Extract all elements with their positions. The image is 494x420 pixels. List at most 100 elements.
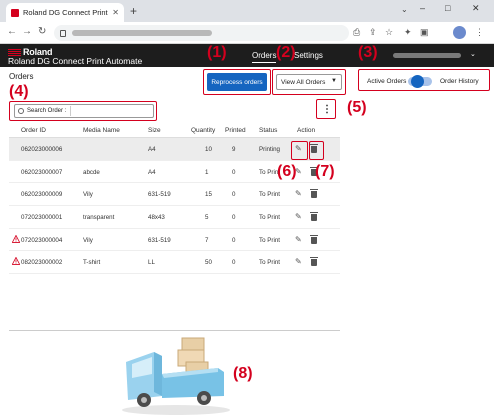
tab-title: Roland DG Connect Print Automate xyxy=(23,8,109,17)
col-media-name[interactable]: Media Name xyxy=(83,127,120,134)
cell-status: To Print xyxy=(259,191,280,199)
highlight-kebab xyxy=(316,99,336,119)
cell-printed: 0 xyxy=(232,259,236,267)
highlight-reprocess xyxy=(203,69,271,95)
cell-quantity: 1 xyxy=(205,168,209,176)
browser-tab-bar: Roland DG Connect Print Automate ✕ + ⌄ –… xyxy=(0,0,494,22)
cell-printed: 0 xyxy=(232,214,236,222)
trash-can-shape xyxy=(310,257,318,267)
bookmark-star-icon[interactable]: ☆ xyxy=(385,27,393,38)
col-status[interactable]: Status xyxy=(259,127,277,134)
table-row[interactable]: 062023000009 Vily 631-519 15 0 To Print ✎ xyxy=(9,183,340,207)
delete-trash-icon[interactable] xyxy=(310,189,318,199)
trash-can-shape xyxy=(310,212,318,222)
cell-printed: 0 xyxy=(232,191,236,199)
cell-media-name: Vily xyxy=(83,191,93,199)
new-tab-button[interactable]: + xyxy=(130,4,137,18)
share-icon[interactable]: ⇪ xyxy=(369,27,377,38)
cell-quantity: 15 xyxy=(205,191,212,199)
cell-quantity: 50 xyxy=(205,259,212,267)
col-order-id[interactable]: Order ID xyxy=(21,127,46,134)
highlight-delete xyxy=(309,141,324,160)
col-printed[interactable]: Printed xyxy=(225,127,246,134)
app-header: Roland Roland DG Connect Print Automate … xyxy=(0,44,494,67)
cell-order-id: 082023000002 xyxy=(21,259,63,267)
warning-triangle-icon xyxy=(12,234,20,243)
callout-4: (4) xyxy=(9,83,29,100)
cell-status: To Print xyxy=(259,259,280,267)
edit-pencil-icon[interactable]: ✎ xyxy=(295,189,302,198)
delete-trash-icon[interactable] xyxy=(310,257,318,267)
cell-media-name: T-shirt xyxy=(83,259,101,267)
lock-icon xyxy=(60,29,66,37)
cell-order-id: 072023000004 xyxy=(21,236,63,244)
edit-pencil-icon[interactable]: ✎ xyxy=(295,257,302,266)
browser-tab[interactable]: Roland DG Connect Print Automate ✕ xyxy=(6,3,124,22)
url-redacted xyxy=(72,30,212,36)
cell-size: LL xyxy=(148,259,155,267)
col-quantity[interactable]: Quantity xyxy=(191,127,215,134)
browser-toolbar: ← → ↻ ⎙ ⇪ ☆ ✦ ▣ ⋮ xyxy=(0,22,494,44)
table-header: Order ID Media Name Size Quantity Printe… xyxy=(9,122,340,138)
user-menu-chevron-icon[interactable]: ⌄ xyxy=(470,50,476,58)
user-name-redacted[interactable] xyxy=(393,53,461,58)
cell-status: Printing xyxy=(259,146,280,153)
cell-order-id: 062023000006 xyxy=(21,146,63,153)
table-divider xyxy=(9,330,340,331)
app-title: Roland DG Connect Print Automate xyxy=(8,56,143,66)
profile-avatar[interactable] xyxy=(453,26,466,39)
sidebar-icon[interactable]: ▣ xyxy=(420,27,429,38)
forward-arrow-icon[interactable]: → xyxy=(22,26,32,37)
cell-printed: 0 xyxy=(232,236,236,244)
close-tab-icon[interactable]: ✕ xyxy=(112,8,119,17)
close-window-button[interactable]: ✕ xyxy=(472,3,480,14)
callout-2: (2) xyxy=(276,44,296,61)
tab-search-icon[interactable]: ⌄ xyxy=(401,5,408,14)
cell-size: 48x43 xyxy=(148,214,165,222)
reload-icon[interactable]: ↻ xyxy=(38,26,46,37)
nav-settings[interactable]: Settings xyxy=(294,51,323,60)
translate-icon[interactable]: ⎙ xyxy=(353,27,360,38)
highlight-search xyxy=(9,101,157,121)
delete-trash-icon[interactable] xyxy=(310,212,318,222)
cell-status: To Print xyxy=(259,214,280,222)
minimize-window-button[interactable]: – xyxy=(420,3,425,13)
cell-quantity: 5 xyxy=(205,214,209,222)
table-row[interactable]: 082023000002 T-shirt LL 50 0 To Print ✎ xyxy=(9,251,340,275)
cell-status: To Print xyxy=(259,236,280,244)
col-size[interactable]: Size xyxy=(148,127,161,134)
trash-can-shape xyxy=(310,234,318,244)
cell-media-name: transparent xyxy=(83,214,115,222)
table-row[interactable]: 072023000001 transparent 48x43 5 0 To Print ✎ xyxy=(9,206,340,229)
callout-7: (7) xyxy=(315,163,335,180)
maximize-window-button[interactable]: □ xyxy=(445,3,450,13)
trash-can-shape xyxy=(310,189,318,199)
delivery-truck-illustration xyxy=(122,337,230,415)
browser-menu-icon[interactable]: ⋮ xyxy=(475,27,484,38)
cell-order-id: 062023000007 xyxy=(21,168,63,176)
highlight-edit xyxy=(291,141,308,160)
delete-trash-icon[interactable] xyxy=(310,234,318,244)
cell-size: 631-519 xyxy=(148,236,171,244)
address-bar[interactable] xyxy=(54,25,349,41)
roland-logo-mark-icon xyxy=(8,48,21,56)
cell-size: A4 xyxy=(148,146,156,153)
callout-1: (1) xyxy=(207,44,227,61)
cell-size: 631-519 xyxy=(148,191,171,199)
cell-quantity: 10 xyxy=(205,146,212,153)
cell-printed: 0 xyxy=(232,168,236,176)
page-title: Orders xyxy=(9,72,34,81)
nav-orders[interactable]: Orders xyxy=(252,51,277,63)
col-action: Action xyxy=(297,127,316,134)
highlight-toggle xyxy=(358,69,490,91)
edit-pencil-icon[interactable]: ✎ xyxy=(295,212,302,221)
back-arrow-icon[interactable]: ← xyxy=(7,26,17,37)
roland-favicon-icon xyxy=(11,8,19,17)
edit-pencil-icon[interactable]: ✎ xyxy=(295,235,302,244)
callout-8: (8) xyxy=(233,365,253,382)
highlight-filter xyxy=(272,69,346,95)
extensions-icon[interactable]: ✦ xyxy=(404,27,412,38)
table-row[interactable]: 072023000004 Vily 631-519 7 0 To Print ✎ xyxy=(9,229,340,252)
callout-6: (6) xyxy=(277,163,297,180)
warning-triangle-icon xyxy=(12,257,20,266)
